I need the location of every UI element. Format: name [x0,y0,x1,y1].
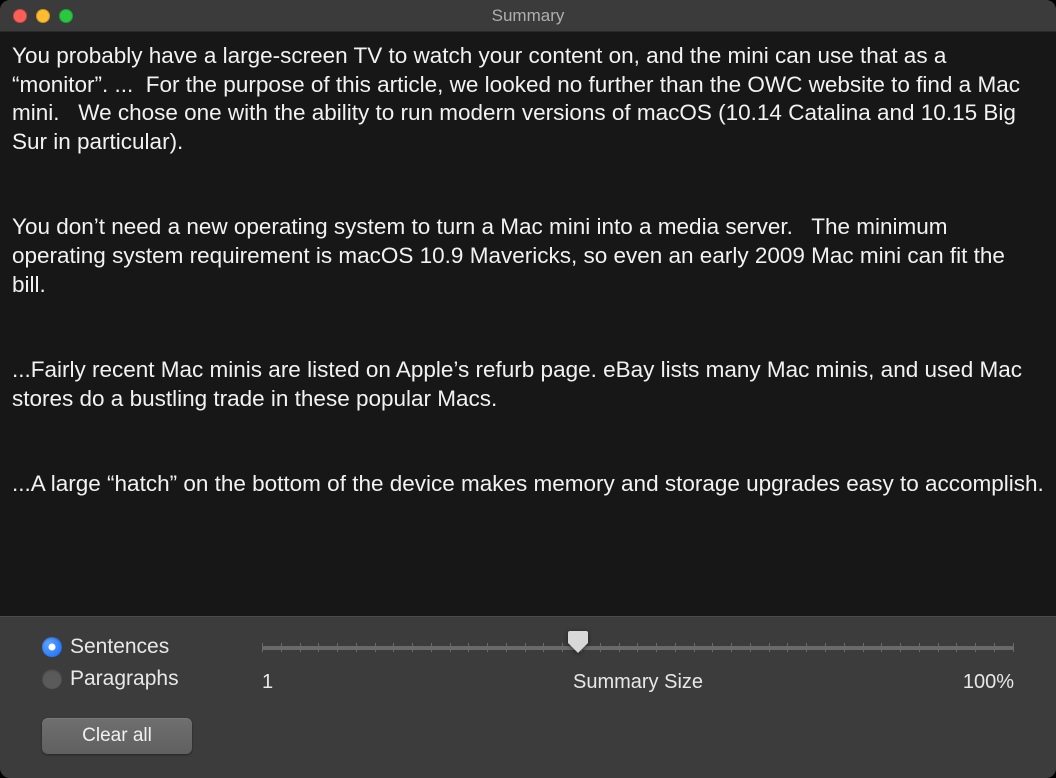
window-title: Summary [0,6,1056,26]
close-button[interactable] [13,9,27,23]
clear-all-label: Clear all [82,725,152,747]
summary-text-area[interactable]: You probably have a large-screen TV to w… [0,32,1056,616]
slider-labels: 1 Summary Size 100% [262,671,1014,694]
slider-min-label: 1 [262,671,273,694]
traffic-lights [13,9,73,23]
summary-size-slider[interactable] [262,635,1014,659]
radio-sentences[interactable]: Sentences [42,635,222,659]
slider-max-label: 100% [963,671,1014,694]
minimize-button[interactable] [36,9,50,23]
clear-all-button[interactable]: Clear all [42,718,192,754]
titlebar[interactable]: Summary [0,0,1056,32]
radio-sentences-label: Sentences [70,635,169,659]
summary-size-slider-wrap: 1 Summary Size 100% [262,635,1014,694]
slider-ticks [262,643,1014,653]
slider-center-label: Summary Size [573,671,703,694]
zoom-button[interactable] [59,9,73,23]
radio-paragraphs-indicator [42,669,62,689]
mode-radio-group: Sentences Paragraphs [42,635,222,691]
controls-panel: Sentences Paragraphs [0,616,1056,778]
radio-sentences-indicator [42,637,62,657]
radio-paragraphs[interactable]: Paragraphs [42,667,222,691]
slider-thumb[interactable] [568,631,588,653]
summary-window: Summary You probably have a large-screen… [0,0,1056,778]
radio-paragraphs-label: Paragraphs [70,667,179,691]
summary-text: You probably have a large-screen TV to w… [12,42,1044,499]
